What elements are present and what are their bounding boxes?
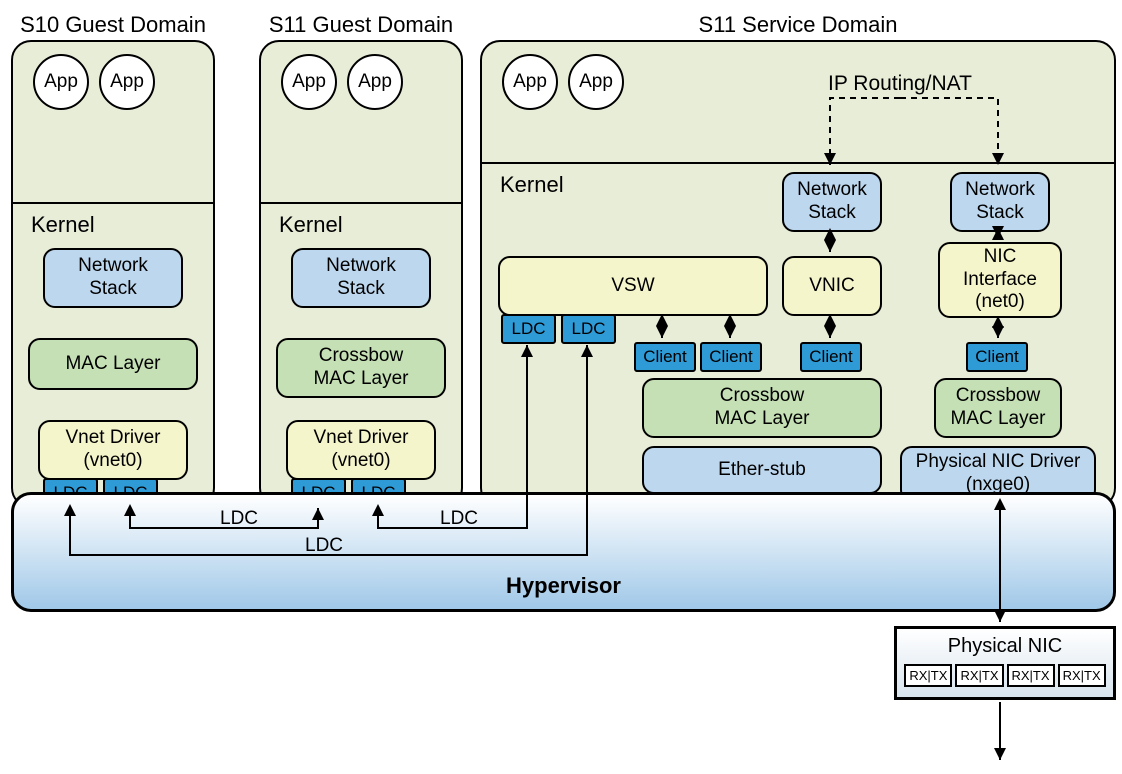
vnet-driver-box: Vnet Driver (vnet0) <box>286 420 436 480</box>
ldc-box: LDC <box>501 314 556 344</box>
rxtx-box: RX|TX <box>1007 664 1055 687</box>
vsw-box: VSW <box>498 256 768 316</box>
crossbow-mac-layer-box: Crossbow MAC Layer <box>934 378 1062 438</box>
ldc-connection-label: LDC <box>220 508 258 530</box>
app-icon: App <box>33 54 89 110</box>
kernel-label: Kernel <box>279 212 343 238</box>
kernel-label: Kernel <box>31 212 95 238</box>
app-row: App App <box>261 54 461 110</box>
domain-title: S11 Service Domain <box>482 12 1114 38</box>
physical-nic-label: Physical NIC <box>897 629 1113 658</box>
s11-guest-domain: S11 Guest Domain App App Kernel Network … <box>259 40 463 508</box>
s10-guest-domain: S10 Guest Domain App App Kernel Network … <box>11 40 215 508</box>
domain-title: S10 Guest Domain <box>13 12 213 38</box>
vnic-box: VNIC <box>782 256 882 316</box>
kernel-divider <box>482 162 1114 164</box>
app-row: App App <box>482 54 1114 110</box>
mac-layer-box: MAC Layer <box>28 338 198 390</box>
crossbow-mac-layer-box: Crossbow MAC Layer <box>276 338 446 398</box>
app-icon: App <box>502 54 558 110</box>
app-icon: App <box>281 54 337 110</box>
ldc-box: LDC <box>561 314 616 344</box>
kernel-label: Kernel <box>500 172 564 198</box>
rxtx-box: RX|TX <box>955 664 1003 687</box>
crossbow-mac-layer-box: Crossbow MAC Layer <box>642 378 882 438</box>
client-box: Client <box>800 342 862 372</box>
physical-nic-box: Physical NIC RX|TX RX|TX RX|TX RX|TX <box>894 626 1116 700</box>
ldc-connection-label: LDC <box>305 535 343 557</box>
client-box: Client <box>700 342 762 372</box>
app-icon: App <box>347 54 403 110</box>
client-box: Client <box>634 342 696 372</box>
network-stack-box: Network Stack <box>782 172 882 232</box>
network-stack-box: Network Stack <box>950 172 1050 232</box>
hypervisor-box: Hypervisor <box>11 492 1116 612</box>
hypervisor-label: Hypervisor <box>14 573 1113 599</box>
kernel-divider <box>261 202 461 204</box>
rxtx-box: RX|TX <box>1058 664 1106 687</box>
ip-routing-nat-label: IP Routing/NAT <box>828 72 972 96</box>
network-stack-box: Network Stack <box>291 248 431 308</box>
diagram-stage: S10 Guest Domain App App Kernel Network … <box>0 0 1122 774</box>
network-stack-box: Network Stack <box>43 248 183 308</box>
client-box: Client <box>966 342 1028 372</box>
app-icon: App <box>99 54 155 110</box>
rxtx-box: RX|TX <box>904 664 952 687</box>
domain-title: S11 Guest Domain <box>261 12 461 38</box>
rxtx-row: RX|TX RX|TX RX|TX RX|TX <box>897 658 1113 693</box>
app-row: App App <box>13 54 213 110</box>
kernel-divider <box>13 202 213 204</box>
nic-interface-box: NIC Interface (net0) <box>938 242 1062 318</box>
ether-stub-box: Ether-stub <box>642 446 882 494</box>
app-icon: App <box>568 54 624 110</box>
ldc-connection-label: LDC <box>440 508 478 530</box>
vnet-driver-box: Vnet Driver (vnet0) <box>38 420 188 480</box>
s11-service-domain: S11 Service Domain App App IP Routing/NA… <box>480 40 1116 508</box>
